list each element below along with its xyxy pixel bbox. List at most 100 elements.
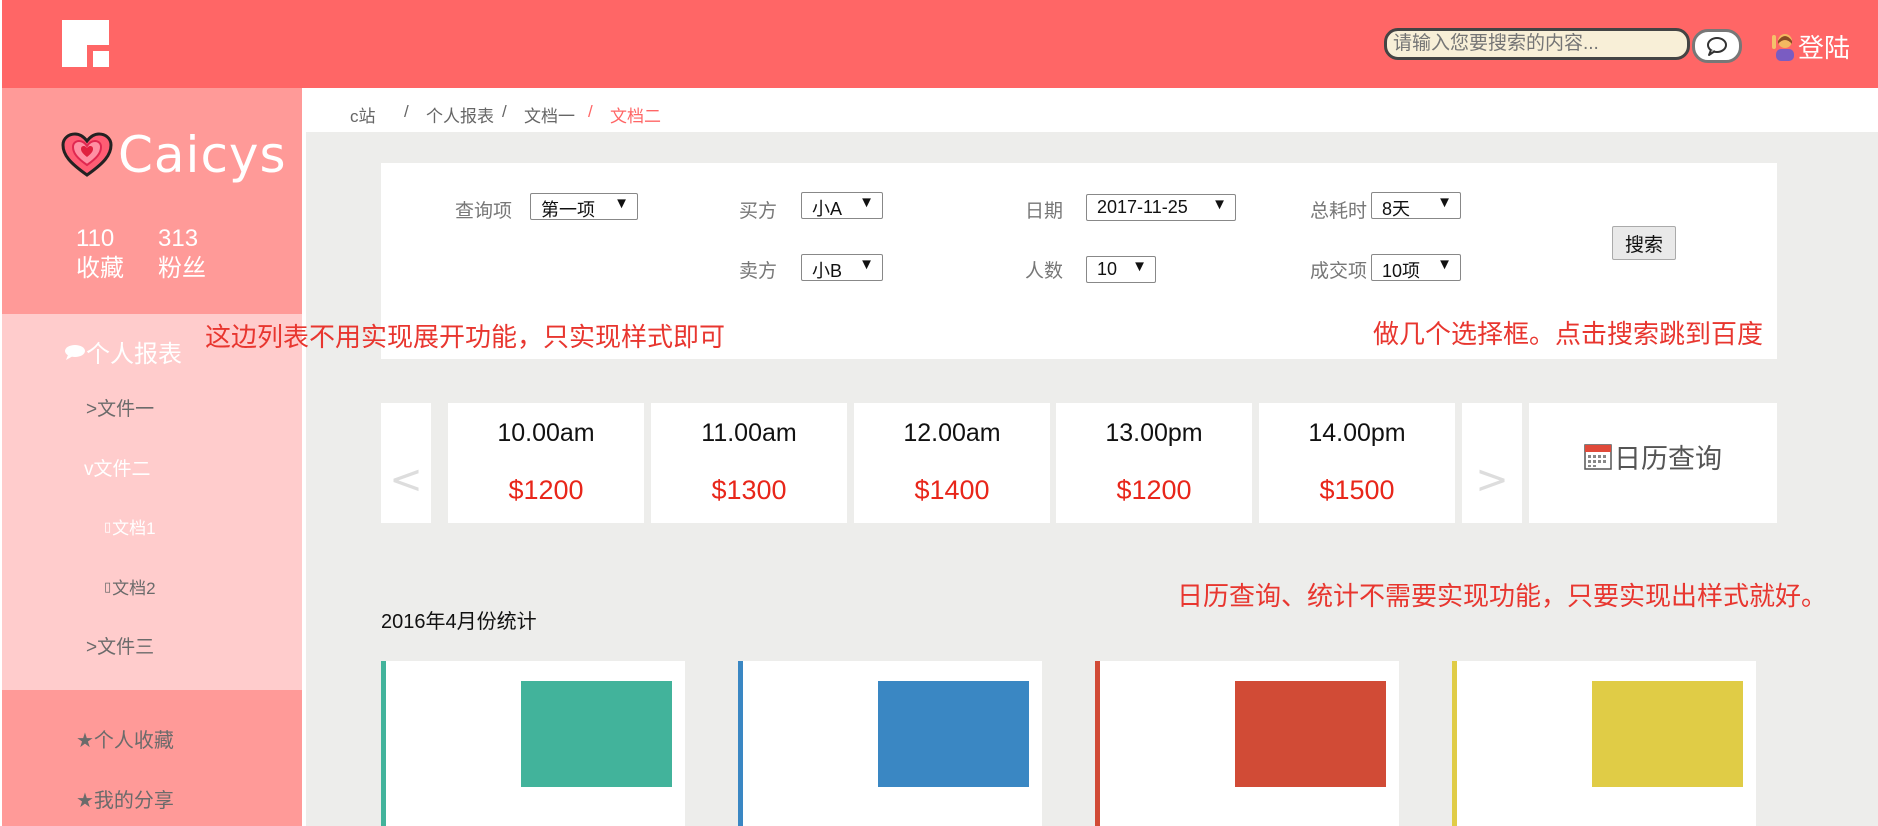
menu-item-file-3[interactable]: >文件三 [86, 632, 154, 659]
select-buyer[interactable]: 小A ▼ [801, 192, 883, 219]
calendar-icon [1584, 444, 1612, 470]
user-stats: 110 收藏 313 粉丝 [76, 224, 206, 284]
menu-title-label: 个人报表 [86, 341, 182, 368]
document-icon: ▯ [104, 518, 112, 534]
stat-card [1452, 661, 1756, 826]
label-people-count: 人数 [1025, 261, 1064, 282]
slot-time: 10.00am [497, 419, 595, 447]
speech-bubble-icon [1707, 37, 1727, 56]
stat-card [1095, 661, 1399, 826]
menu-item-doc-2[interactable]: ▯ 文档2 [104, 574, 156, 599]
slot-card[interactable]: 10.00am $1200 [448, 403, 644, 523]
search-submit-button[interactable]: 搜索 [1612, 226, 1676, 260]
heart-icon [61, 132, 113, 177]
calendar-query-label: 日历查询 [1614, 443, 1722, 474]
slot-price: $1500 [1319, 475, 1395, 505]
slot-card[interactable]: 12.00am $1400 [854, 403, 1050, 523]
slot-next-button[interactable]: > [1462, 403, 1522, 523]
search-button[interactable] [1692, 29, 1742, 63]
select-seller[interactable]: 小B ▼ [801, 254, 883, 281]
select-value: 小A [812, 199, 843, 219]
stat-fans[interactable]: 313 粉丝 [158, 224, 206, 284]
logo-icon[interactable] [62, 20, 109, 67]
crumb-site[interactable]: c站 [350, 102, 376, 127]
person-raising-hand-icon [1772, 33, 1794, 61]
menu-item-label: 文档2 [112, 579, 156, 598]
stat-card [738, 661, 1042, 826]
select-value: 8天 [1382, 199, 1411, 219]
menu-item-file-2[interactable]: v文件二 [84, 454, 151, 481]
label-total-time: 总耗时 [1310, 201, 1368, 222]
logo-cutout-inner [93, 51, 109, 67]
select-value: 10项 [1382, 261, 1421, 281]
select-deal-items[interactable]: 10项 ▼ [1371, 254, 1461, 281]
menu-item-doc-1[interactable]: ▯ 文档1 [104, 514, 156, 539]
dropdown-arrow-icon: ▼ [1437, 194, 1452, 211]
stat-card-block [1592, 681, 1743, 787]
dropdown-arrow-icon: ▼ [1437, 256, 1452, 273]
brand-name: Caicys [118, 126, 287, 184]
sidebar-item-favorites[interactable]: ★个人收藏 [76, 724, 174, 753]
dropdown-arrow-icon: ▼ [859, 194, 874, 211]
select-total-time[interactable]: 8天 ▼ [1371, 192, 1461, 219]
login-link[interactable]: 登陆 [1770, 28, 1850, 65]
dropdown-arrow-icon: ▼ [1132, 258, 1147, 275]
select-value: 第一项 [541, 200, 595, 220]
stat-card [381, 661, 685, 826]
report-menu: 个人报表 >文件一 v文件二 ▯ 文档1 ▯ 文档2 >文件三 [2, 314, 302, 690]
search-input[interactable] [1384, 28, 1690, 60]
login-label: 登陆 [1798, 33, 1851, 63]
breadcrumb: c站 / 个人报表 / 文档一 / 文档二 [302, 88, 1878, 132]
note-sidebar: 这边列表不用实现展开功能，只实现样式即可 [205, 322, 726, 352]
crumb-separator: / [502, 102, 507, 121]
statistics-title: 2016年4月份统计 [381, 611, 537, 633]
crumb-personal-report[interactable]: 个人报表 [426, 102, 494, 127]
crumb-separator: / [404, 102, 409, 121]
stat-card-accent [1095, 661, 1100, 826]
slot-price: $1200 [508, 475, 584, 505]
label-date: 日期 [1025, 201, 1064, 222]
stat-card-accent [381, 661, 386, 826]
slot-price: $1200 [1116, 475, 1192, 505]
main-content: 查询项 第一项 ▼ 买方 小A ▼ 日期 2017-11-25 ▼ 总耗时 8天 ▼ 卖… [306, 132, 1878, 826]
dropdown-arrow-icon: ▼ [1212, 196, 1227, 213]
menu-item-label: 文档1 [112, 519, 156, 538]
select-value: 10 [1097, 259, 1118, 279]
label-seller: 卖方 [739, 261, 778, 282]
sidebar: Caicys 110 收藏 313 粉丝 个人报表 >文件一 v文件二 ▯ 文档… [2, 88, 302, 826]
select-query-item[interactable]: 第一项 ▼ [530, 193, 638, 220]
calendar-query-button[interactable]: 日历查询 [1529, 403, 1777, 523]
menu-item-file-1[interactable]: >文件一 [86, 394, 154, 421]
comment-icon [65, 344, 85, 360]
select-date[interactable]: 2017-11-25 ▼ [1086, 194, 1236, 221]
stat-card-block [1235, 681, 1386, 787]
stat-label: 收藏 [76, 255, 124, 282]
menu-personal-report[interactable]: 个人报表 [64, 334, 182, 369]
select-people-count[interactable]: 10 ▼ [1086, 256, 1156, 283]
stat-count: 313 [158, 225, 199, 252]
brand: Caicys [60, 126, 287, 184]
stat-count: 110 [76, 225, 115, 252]
select-value: 2017-11-25 [1097, 197, 1188, 217]
crumb-separator: / [588, 102, 593, 121]
stat-label: 粉丝 [158, 255, 206, 282]
stat-card-accent [1452, 661, 1457, 826]
slot-card[interactable]: 14.00pm $1500 [1259, 403, 1455, 523]
stat-card-accent [738, 661, 743, 826]
slot-price: $1400 [914, 475, 990, 505]
slot-card[interactable]: 13.00pm $1200 [1056, 403, 1252, 523]
label-query-item: 查询项 [455, 201, 513, 222]
dropdown-arrow-icon: ▼ [859, 256, 874, 273]
dropdown-arrow-icon: ▼ [614, 195, 629, 212]
slot-card[interactable]: 11.00am $1300 [651, 403, 847, 523]
note-calendar: 日历查询、统计不需要实现功能，只要实现出样式就好。 [1177, 581, 1828, 611]
slot-price: $1300 [711, 475, 787, 505]
stat-card-block [521, 681, 672, 787]
slot-prev-button[interactable]: < [381, 403, 431, 523]
document-icon: ▯ [104, 578, 112, 594]
label-deal-items: 成交项 [1310, 261, 1368, 282]
crumb-doc-2: 文档二 [610, 107, 661, 126]
crumb-doc-1[interactable]: 文档一 [524, 102, 575, 127]
sidebar-item-shares[interactable]: ★我的分享 [76, 784, 174, 813]
stat-favorites[interactable]: 110 收藏 [76, 224, 124, 284]
